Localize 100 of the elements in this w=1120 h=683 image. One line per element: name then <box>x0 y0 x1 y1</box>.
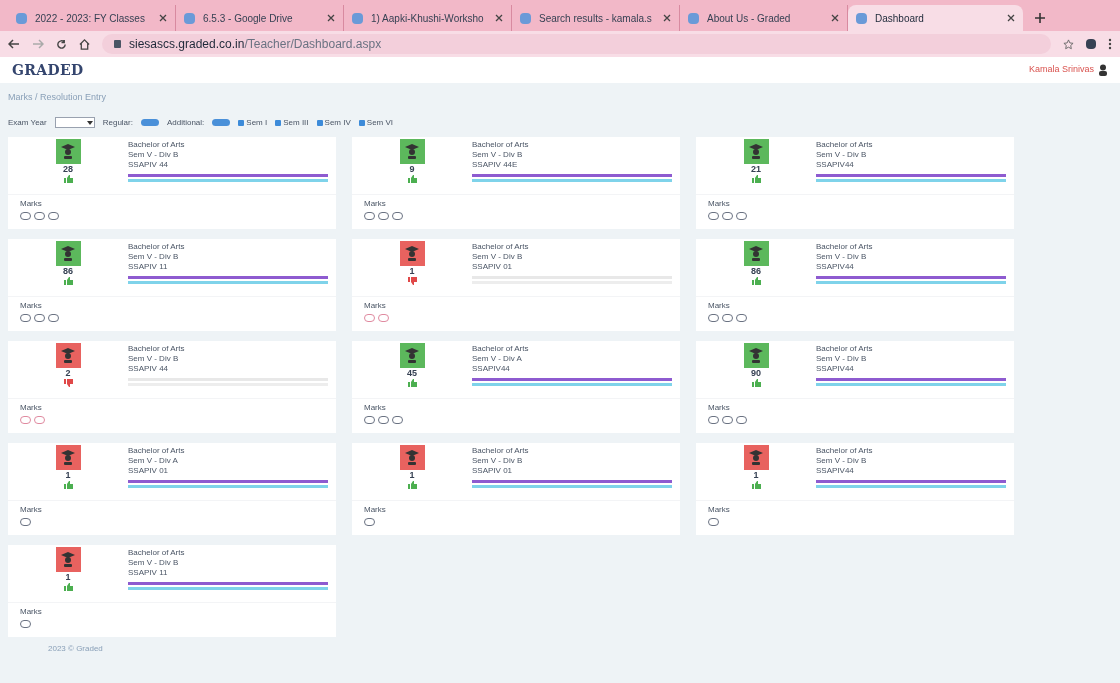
close-icon[interactable] <box>495 14 503 22</box>
student-count: 86 <box>63 265 73 277</box>
student-count: 45 <box>407 367 417 379</box>
checkbox[interactable] <box>275 119 282 126</box>
person-icon[interactable] <box>1098 64 1108 76</box>
program-text: Bachelor of Arts <box>472 241 530 252</box>
footer-text: 2023 © Graded <box>48 642 104 655</box>
logo: GRADED <box>12 60 84 80</box>
student-count: 90 <box>751 367 761 379</box>
new-tab-icon[interactable] <box>1035 13 1045 23</box>
marks-label: Marks <box>364 504 387 515</box>
marks-label: Marks <box>20 198 43 209</box>
course-code: SSAPIV44 <box>816 363 855 374</box>
student-count: 21 <box>751 163 761 175</box>
division-text: Sem V - Div B <box>128 251 180 262</box>
program-text: Bachelor of Arts <box>128 547 186 558</box>
division-text: Sem V - Div B <box>128 353 180 364</box>
field-label: Additional: <box>166 116 205 129</box>
marks-label: Marks <box>708 300 731 311</box>
course-code: SSAPIV 11 <box>128 261 169 272</box>
count-badge <box>140 119 159 126</box>
close-icon[interactable] <box>1007 14 1015 22</box>
course-code: SSAPIV 44E <box>472 159 519 170</box>
marks-label: Marks <box>20 606 43 617</box>
marks-label: Marks <box>364 198 387 209</box>
division-text: Sem V - Div B <box>816 251 868 262</box>
close-icon[interactable] <box>327 14 335 22</box>
close-icon[interactable] <box>159 14 167 22</box>
close-icon[interactable] <box>831 14 839 22</box>
student-count: 86 <box>751 265 761 277</box>
browser-tab[interactable]: Dashboard <box>848 5 1023 31</box>
checkbox-label: Sem III <box>283 116 309 129</box>
course-code: SSAPIV 44 <box>128 159 170 170</box>
close-icon[interactable] <box>663 14 671 22</box>
marks-label: Marks <box>708 402 731 413</box>
division-text: Sem V - Div B <box>472 455 524 466</box>
favicon-icon <box>16 12 27 24</box>
division-text: Sem V - Div B <box>816 149 868 160</box>
student-count: 1 <box>409 469 415 481</box>
field-label: Regular: <box>102 116 133 129</box>
course-code: SSAPIV44 <box>816 159 855 170</box>
favicon-icon <box>688 12 699 24</box>
course-code: SSAPIV44 <box>816 465 855 476</box>
student-count: 1 <box>65 571 71 583</box>
marks-label: Marks <box>20 402 43 413</box>
reload-icon[interactable] <box>56 38 67 50</box>
exam-year-select[interactable] <box>54 117 95 128</box>
field-label: Exam Year <box>8 116 47 129</box>
favicon-icon <box>856 12 867 24</box>
menu-icon[interactable] <box>1108 38 1112 50</box>
student-count: 1 <box>409 265 415 277</box>
program-text: Bachelor of Arts <box>472 343 530 354</box>
program-text: Bachelor of Arts <box>816 445 874 456</box>
checkbox[interactable] <box>316 119 323 126</box>
division-text: Sem V - Div A <box>128 455 179 466</box>
address-bar[interactable]: siesascs.graded.co.in/Teacher/Dashboard.aspx <box>102 34 1051 54</box>
course-code: SSAPIV 44 <box>128 363 170 374</box>
checkbox[interactable] <box>358 119 365 126</box>
marks-label: Marks <box>20 300 43 311</box>
division-text: Sem V - Div B <box>816 353 868 364</box>
program-text: Bachelor of Arts <box>816 343 874 354</box>
program-text: Bachelor of Arts <box>816 241 874 252</box>
program-text: Bachelor of Arts <box>128 445 186 456</box>
student-count: 1 <box>65 469 71 481</box>
marks-label: Marks <box>364 402 387 413</box>
program-text: Bachelor of Arts <box>816 139 874 150</box>
division-text: Sem V - Div B <box>472 251 524 262</box>
division-text: Sem V - Div B <box>816 455 868 466</box>
program-text: Bachelor of Arts <box>128 343 186 354</box>
program-text: Bachelor of Arts <box>472 139 530 150</box>
marks-label: Marks <box>364 300 387 311</box>
marks-label: Marks <box>708 504 731 515</box>
favicon-icon <box>352 12 363 24</box>
star-icon[interactable] <box>1063 38 1074 50</box>
user-name[interactable]: Kamala Srinivas <box>1028 63 1094 77</box>
division-text: Sem V - Div B <box>128 557 180 568</box>
course-code: SSAPIV 01 <box>128 465 170 476</box>
home-icon[interactable] <box>79 38 90 50</box>
division-text: Sem V - Div B <box>128 149 180 160</box>
caret-icon <box>86 120 93 125</box>
program-text: Bachelor of Arts <box>472 445 530 456</box>
breadcrumb: Marks / Resolution Entry <box>8 91 108 104</box>
favicon-icon <box>184 12 195 24</box>
division-text: Sem V - Div B <box>472 149 524 160</box>
program-text: Bachelor of Arts <box>128 241 186 252</box>
course-code: SSAPIV 11 <box>128 567 169 578</box>
favicon-icon <box>520 12 531 24</box>
marks-label: Marks <box>708 198 731 209</box>
division-text: Sem V - Div A <box>472 353 523 364</box>
student-count: 1 <box>753 469 759 481</box>
course-code: SSAPIV 01 <box>472 465 514 476</box>
course-code: SSAPIV44 <box>816 261 855 272</box>
checkbox-label: Sem IV <box>324 116 351 129</box>
course-code: SSAPIV 01 <box>472 261 514 272</box>
student-count: 28 <box>63 163 73 175</box>
student-count: 9 <box>409 163 415 175</box>
checkbox[interactable] <box>238 119 245 126</box>
checkbox-label: Sem I <box>246 116 268 129</box>
student-count: 2 <box>65 367 71 379</box>
back-icon[interactable] <box>8 39 20 49</box>
